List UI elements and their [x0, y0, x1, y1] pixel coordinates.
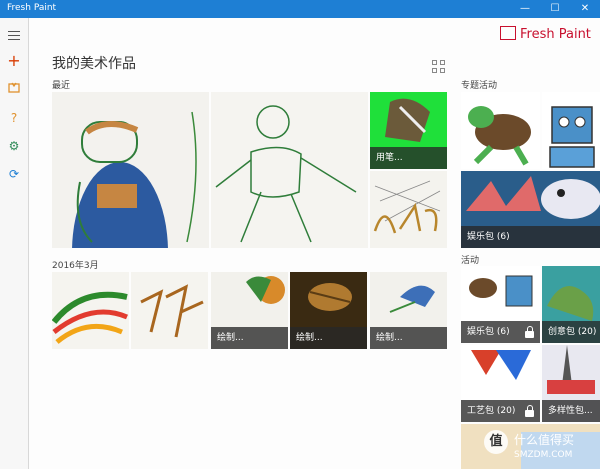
lock-icon	[525, 405, 534, 417]
topics-heading: 专题活动	[461, 81, 498, 91]
artwork-tile[interactable]	[370, 171, 447, 248]
import-icon[interactable]	[0, 78, 28, 100]
settings-gear-icon[interactable]: ⚙	[0, 135, 28, 157]
recent-heading: 最近	[52, 81, 71, 91]
menu-icon[interactable]	[0, 24, 28, 46]
topic-tile[interactable]	[542, 92, 600, 169]
watermark-text: 什么值得买	[514, 433, 575, 447]
view-layout-icon[interactable]	[432, 60, 446, 74]
artwork-thumbnail	[140, 284, 204, 338]
tile-caption: 创意包 (20)	[542, 321, 600, 343]
sync-icon[interactable]: ⟳	[0, 163, 28, 185]
tile-caption: 绘制...	[370, 327, 447, 349]
artwork-thumbnail	[549, 106, 595, 168]
activity-tile[interactable]: 娱乐包 (6)	[461, 266, 540, 343]
artwork-tile[interactable]: 绘制...	[211, 272, 288, 349]
activity-tile[interactable]: 工艺包 (20)	[461, 345, 540, 422]
title-bar: Fresh Paint — ☐ ✕	[0, 0, 600, 18]
logo-mark-icon	[500, 26, 516, 40]
tile-caption: 多样性包...	[542, 400, 600, 422]
artwork-thumbnail	[468, 106, 531, 166]
watermark: 值 什么值得买 SMZDM.COM	[478, 428, 600, 469]
artwork-tile[interactable]	[52, 92, 209, 248]
artwork-tile[interactable]: 绘制...	[290, 272, 367, 349]
artwork-thumbnail	[72, 111, 197, 248]
tile-caption: 用笔...	[370, 147, 447, 169]
tile-caption: 绘制...	[290, 327, 367, 349]
tile-caption: 绘制...	[211, 327, 288, 349]
topic-tile[interactable]	[461, 92, 540, 169]
march-heading: 2016年3月	[52, 261, 99, 271]
activities-heading: 活动	[461, 256, 480, 266]
page-title: 我的美术作品	[52, 56, 136, 72]
help-icon[interactable]: ?	[0, 107, 28, 129]
maximize-button[interactable]: ☐	[540, 0, 570, 18]
fresh-paint-logo: Fresh Paint	[500, 26, 591, 44]
artwork-tile[interactable]: 用笔...	[370, 92, 447, 169]
artwork-tile[interactable]	[52, 272, 129, 349]
artwork-thumbnail	[373, 180, 441, 234]
lock-icon	[525, 326, 534, 338]
window-title: Fresh Paint	[7, 3, 57, 13]
artwork-thumbnail	[52, 291, 128, 344]
close-button[interactable]: ✕	[570, 0, 600, 18]
artwork-tile[interactable]	[131, 272, 208, 349]
sidebar: + ? ⚙ ⟳	[0, 18, 29, 469]
watermark-domain: SMZDM.COM	[514, 450, 573, 460]
topic-tile[interactable]: 娱乐包 (6)	[461, 171, 600, 248]
watermark-logo-icon: 值	[484, 430, 508, 454]
activity-tile[interactable]: 创意包 (20)	[542, 266, 600, 343]
add-icon[interactable]: +	[0, 50, 28, 72]
artwork-thumbnail	[215, 105, 357, 243]
minimize-button[interactable]: —	[510, 0, 540, 18]
tile-caption: 娱乐包 (6)	[461, 226, 600, 248]
artwork-tile[interactable]	[211, 92, 368, 248]
artwork-tile[interactable]: 绘制...	[370, 272, 447, 349]
activity-tile[interactable]: 多样性包...	[542, 345, 600, 422]
